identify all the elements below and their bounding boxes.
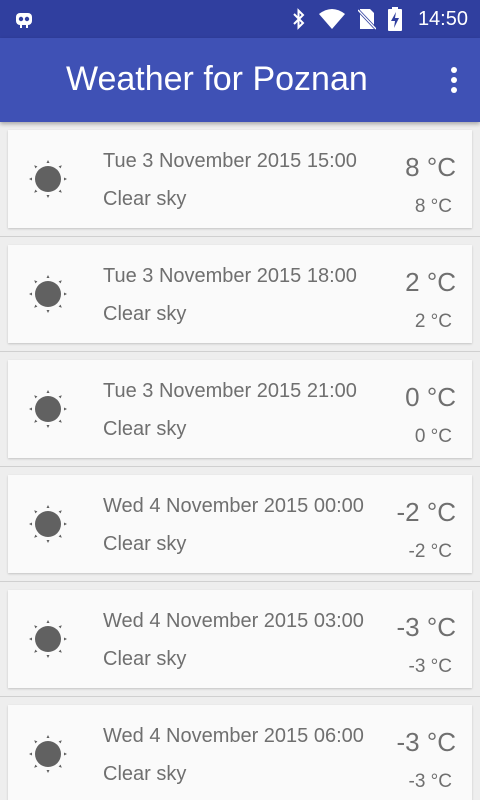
no-sim-icon — [357, 8, 376, 30]
sun-icon — [29, 275, 67, 313]
sun-icon — [29, 620, 67, 658]
forecast-temperature-small: 2 °C — [414, 311, 452, 332]
forecast-card[interactable]: Wed 4 November 2015 06:00 Clear sky -3 °… — [8, 705, 472, 800]
forecast-row[interactable]: Wed 4 November 2015 03:00 Clear sky -3 °… — [0, 582, 480, 697]
forecast-date: Wed 4 November 2015 03:00 — [103, 610, 364, 632]
forecast-temperature: -2 °C — [396, 497, 456, 527]
forecast-description: Clear sky — [103, 418, 187, 440]
forecast-temperature: 0 °C — [405, 382, 456, 412]
forecast-temperature: 8 °C — [405, 152, 456, 182]
robot-icon — [16, 13, 32, 28]
forecast-list[interactable]: Tue 3 November 2015 15:00 Clear sky 8 °C… — [0, 122, 480, 800]
sun-icon — [29, 160, 67, 198]
forecast-card[interactable]: Tue 3 November 2015 18:00 Clear sky 2 °C… — [8, 245, 472, 343]
forecast-row[interactable]: Tue 3 November 2015 18:00 Clear sky 2 °C… — [0, 237, 480, 352]
forecast-temperature-small: -2 °C — [408, 541, 453, 562]
status-bar: 14:50 — [0, 0, 480, 38]
bluetooth-icon — [293, 8, 305, 30]
sun-icon — [29, 390, 67, 428]
forecast-temperature: -3 °C — [396, 612, 456, 642]
forecast-card[interactable]: Tue 3 November 2015 21:00 Clear sky 0 °C… — [8, 360, 472, 458]
page-title: Weather for Poznan — [66, 60, 368, 98]
forecast-temperature: 2 °C — [405, 267, 456, 297]
forecast-date: Tue 3 November 2015 18:00 — [103, 265, 357, 287]
forecast-temperature-small: -3 °C — [408, 656, 453, 677]
forecast-description: Clear sky — [103, 648, 187, 670]
forecast-description: Clear sky — [103, 533, 187, 555]
more-vert-icon[interactable] — [450, 66, 458, 94]
forecast-card[interactable]: Wed 4 November 2015 00:00 Clear sky -2 °… — [8, 475, 472, 573]
forecast-description: Clear sky — [103, 763, 187, 785]
forecast-card[interactable]: Wed 4 November 2015 03:00 Clear sky -3 °… — [8, 590, 472, 688]
forecast-row[interactable]: Wed 4 November 2015 06:00 Clear sky -3 °… — [0, 697, 480, 800]
sun-icon — [29, 735, 67, 773]
forecast-row[interactable]: Wed 4 November 2015 00:00 Clear sky -2 °… — [0, 467, 480, 582]
wifi-icon — [318, 9, 345, 29]
forecast-row[interactable]: Tue 3 November 2015 15:00 Clear sky 8 °C… — [0, 122, 480, 237]
battery-charging-icon — [387, 7, 402, 31]
forecast-row[interactable]: Tue 3 November 2015 21:00 Clear sky 0 °C… — [0, 352, 480, 467]
forecast-date: Wed 4 November 2015 00:00 — [103, 495, 364, 517]
status-time: 14:50 — [417, 7, 468, 30]
forecast-description: Clear sky — [103, 303, 187, 325]
forecast-date: Wed 4 November 2015 06:00 — [103, 725, 364, 747]
forecast-temperature-small: 8 °C — [414, 196, 452, 217]
forecast-date: Tue 3 November 2015 15:00 — [103, 150, 357, 172]
forecast-temperature: -3 °C — [396, 727, 456, 757]
sun-icon — [29, 505, 67, 543]
forecast-temperature-small: 0 °C — [414, 426, 452, 447]
forecast-card[interactable]: Tue 3 November 2015 15:00 Clear sky 8 °C… — [8, 130, 472, 228]
forecast-description: Clear sky — [103, 188, 187, 210]
forecast-date: Tue 3 November 2015 21:00 — [103, 380, 357, 402]
app-bar: Weather for Poznan — [0, 38, 480, 122]
forecast-temperature-small: -3 °C — [408, 771, 453, 792]
